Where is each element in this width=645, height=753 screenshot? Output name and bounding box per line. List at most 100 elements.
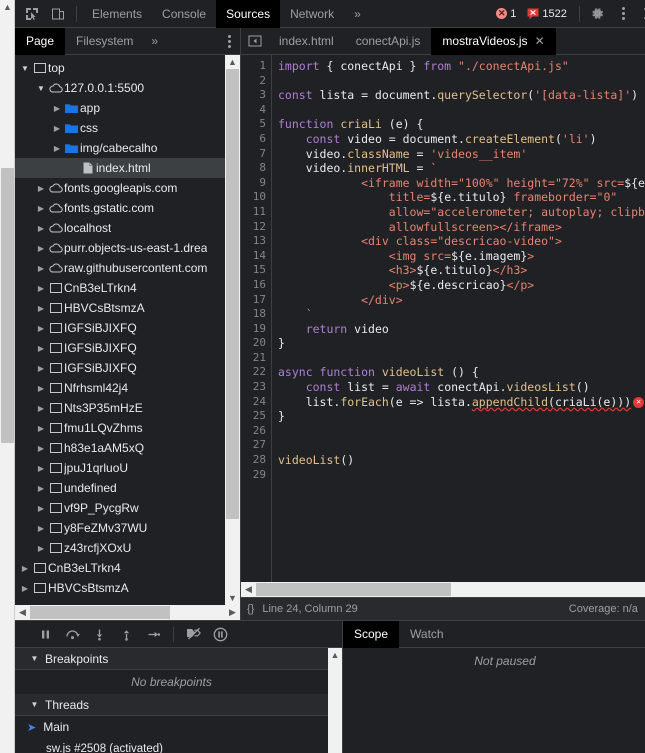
line-number[interactable]: 26 — [241, 424, 266, 439]
tree-item[interactable]: ▶ fonts.googleapis.com — [15, 178, 225, 198]
pause-on-exceptions-button[interactable] — [208, 622, 233, 647]
file-tree[interactable]: ▼ top ▼ 127.0.0.1:5500 ▶ app ▶ css ▶ img/cabecalh… — [15, 55, 225, 605]
chevron-right-icon[interactable]: ▶ — [35, 184, 47, 193]
line-number[interactable]: 25 — [241, 409, 266, 424]
code-line[interactable]: video.innerHTML = ` — [278, 161, 645, 176]
tree-item[interactable]: ▶ HBVCsBtsmzA — [15, 578, 225, 598]
chevron-right-icon[interactable]: ▶ — [35, 424, 47, 433]
chevron-right-icon[interactable]: ▶ — [35, 404, 47, 413]
code-line[interactable]: const list = await conectApi.videosList(… — [278, 380, 645, 395]
pretty-print-icon[interactable]: {} — [247, 603, 254, 615]
close-icon[interactable]: ✕ — [535, 34, 545, 48]
tree-item[interactable]: ▶ jpuJ1qrluoU — [15, 458, 225, 478]
chevron-right-icon[interactable]: ▶ — [35, 224, 47, 233]
tree-item[interactable]: ▶ css — [15, 118, 225, 138]
chevron-right-icon[interactable]: ▶ — [19, 564, 31, 573]
chevron-right-icon[interactable]: ▶ — [35, 384, 47, 393]
step-out-of-current-function-button[interactable] — [114, 622, 139, 647]
line-number[interactable]: 12 — [241, 220, 266, 235]
code-line[interactable]: <div class="descricao-video"> — [278, 234, 645, 249]
line-number[interactable]: 13 — [241, 234, 266, 249]
tree-item[interactable]: ▼ top — [15, 58, 225, 78]
tree-item[interactable]: ▶ IGFSiBJIXFQ — [15, 338, 225, 358]
code-line[interactable]: <img src=${e.imagem}> — [278, 249, 645, 264]
line-number[interactable]: 4 — [241, 103, 266, 118]
code-line[interactable]: list.forEach(e => lista.appendChild(cria… — [278, 395, 645, 410]
chevron-right-icon[interactable]: ▶ — [35, 484, 47, 493]
nav-scrollbar-thumb[interactable] — [226, 69, 239, 519]
code-line[interactable]: videoList() — [278, 453, 645, 468]
code-line[interactable]: import { conectApi } from "./conectApi.j… — [278, 59, 645, 74]
debugger-scroll-up-arrow-icon[interactable]: ▲ — [328, 648, 342, 662]
chevron-right-icon[interactable]: ▶ — [51, 104, 63, 113]
tree-item[interactable]: ▶ CnB3eLTrkn4 — [15, 278, 225, 298]
chevron-right-icon[interactable]: ▶ — [35, 444, 47, 453]
tree-item[interactable]: ▶ vf9P_PycgRw — [15, 498, 225, 518]
chevron-right-icon[interactable]: ▶ — [35, 324, 47, 333]
line-number[interactable]: 1 — [241, 59, 266, 74]
step-over-next-function-call-button[interactable] — [60, 622, 85, 647]
code-line[interactable]: title=${e.titulo} frameborder="0" — [278, 190, 645, 205]
code-line[interactable]: allow="accelerometer; autoplay; clipbo — [278, 205, 645, 220]
error-count-badge[interactable]: ✕ 1 — [492, 7, 520, 21]
line-number[interactable]: 7 — [241, 147, 266, 162]
inspect-element-icon[interactable] — [19, 2, 45, 26]
nav-scroll-up-arrow-icon[interactable]: ▲ — [225, 55, 240, 69]
code-line[interactable]: <iframe width="100%" height="72%" src=${… — [278, 176, 645, 191]
nav-tab-page[interactable]: Page — [15, 27, 66, 55]
page-vertical-scrollbar[interactable]: ▲ — [0, 0, 15, 753]
chevron-right-icon[interactable]: ▶ — [35, 304, 47, 313]
panel-tab-network[interactable]: Network — [280, 0, 344, 28]
close-icon[interactable] — [637, 2, 645, 26]
tab-watch[interactable]: Watch — [399, 621, 455, 648]
chevron-right-icon[interactable]: ▶ — [51, 144, 63, 153]
step-button[interactable] — [141, 622, 166, 647]
line-number[interactable]: 17 — [241, 293, 266, 308]
scroll-up-arrow-icon[interactable]: ▲ — [0, 0, 15, 15]
nav-hscrollbar-thumb[interactable] — [30, 606, 170, 619]
code-line[interactable]: video.className = 'videos__item' — [278, 147, 645, 162]
kebab-menu-icon[interactable] — [611, 2, 637, 26]
tree-item[interactable]: ▶ localhost — [15, 218, 225, 238]
code-line[interactable]: const lista = document.querySelector('[d… — [278, 88, 645, 103]
file-tab-conectapi-js[interactable]: conectApi.js — [345, 28, 432, 55]
tree-item[interactable]: ▶ purr.objects-us-east-1.drea — [15, 238, 225, 258]
code-line[interactable] — [278, 468, 645, 483]
code-line[interactable]: return video — [278, 322, 645, 337]
step-into-next-function-call-button[interactable] — [87, 622, 112, 647]
chevron-right-icon[interactable]: ▶ — [35, 544, 47, 553]
code-line[interactable]: ` — [278, 307, 645, 322]
line-number[interactable]: 10 — [241, 190, 266, 205]
deactivate-breakpoints-button[interactable] — [181, 622, 206, 647]
code-line[interactable] — [278, 424, 645, 439]
code-line[interactable] — [278, 351, 645, 366]
tree-item[interactable]: ▶ undefined — [15, 478, 225, 498]
line-number[interactable]: 18 — [241, 307, 266, 322]
line-number[interactable]: 2 — [241, 74, 266, 89]
chevron-right-icon[interactable]: ▶ — [35, 504, 47, 513]
tree-item[interactable]: ▶ fonts.gstatic.com — [15, 198, 225, 218]
line-number[interactable]: 20 — [241, 336, 266, 351]
tree-item[interactable]: ▶ CnB3eLTrkn4 — [15, 558, 225, 578]
resume-script-execution-button[interactable] — [33, 622, 58, 647]
chevron-down-icon[interactable]: ▼ — [19, 64, 31, 73]
code-line[interactable]: } — [278, 409, 645, 424]
scrollbar-thumb[interactable] — [1, 168, 14, 443]
tree-item[interactable]: ▶ fmu1LQvZhms — [15, 418, 225, 438]
threads-pane-header[interactable]: ▼ Threads — [15, 694, 328, 716]
tree-item[interactable]: ▶ h83e1aAM5xQ — [15, 438, 225, 458]
navigator-vertical-scrollbar[interactable]: ▲ ▼ — [225, 55, 240, 605]
code-line[interactable]: async function videoList () { — [278, 365, 645, 380]
code-line[interactable]: <h3>${e.titulo}</h3> — [278, 263, 645, 278]
tree-item[interactable]: ▶ IGFSiBJIXFQ — [15, 318, 225, 338]
code-line[interactable]: </div> — [278, 293, 645, 308]
chevron-right-icon[interactable]: ▶ — [19, 584, 31, 593]
tree-item[interactable]: ▶ y8FeZMv37WU — [15, 518, 225, 538]
line-number[interactable]: 23 — [241, 380, 266, 395]
inline-error-icon[interactable]: ✕ — [633, 396, 645, 408]
nav-scroll-down-arrow-icon[interactable]: ▼ — [225, 591, 240, 605]
line-number[interactable]: 3 — [241, 88, 266, 103]
device-toolbar-icon[interactable] — [45, 2, 71, 26]
show-navigator-icon[interactable] — [241, 34, 268, 48]
navigator-horizontal-scrollbar[interactable]: ◀ ▶ — [15, 605, 240, 620]
